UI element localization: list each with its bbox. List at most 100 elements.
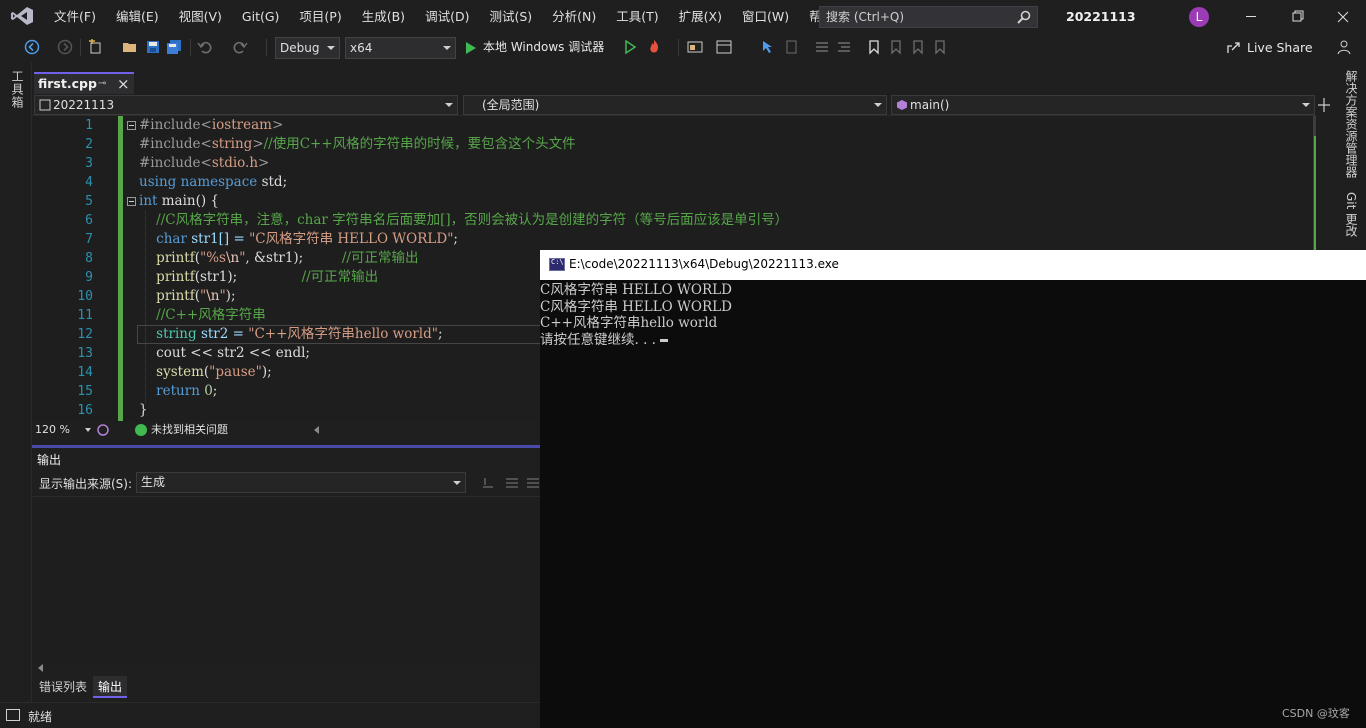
code-line-15: return 0; <box>156 383 218 399</box>
visual-studio-logo-icon[interactable] <box>10 6 34 26</box>
project-dropdown[interactable]: 20221113 <box>34 95 458 115</box>
menu-debug[interactable]: 调试(D) <box>415 0 479 33</box>
save-all-icon[interactable] <box>166 39 182 55</box>
output-toolbar: 显示输出来源(S): 生成 <box>32 468 540 496</box>
line-number: 6 <box>85 213 93 228</box>
project-value: 20221113 <box>53 98 115 112</box>
zoom-dropdown[interactable]: 120 % <box>35 422 91 438</box>
status-bar: 就绪 <box>0 702 540 728</box>
configuration-dropdown[interactable]: Debug <box>275 37 340 59</box>
document-tabs: first.cpp ⊸ × <box>32 72 1336 94</box>
redo-icon[interactable] <box>232 39 248 55</box>
split-editor-icon[interactable] <box>1317 97 1331 113</box>
console-prompt-text: 请按任意键继续. . . <box>540 331 656 348</box>
menu-bar: 文件(F) 编辑(E) 视图(V) Git(G) 项目(P) 生成(B) 调试(… <box>44 0 863 33</box>
menu-build[interactable]: 生成(B) <box>352 0 415 33</box>
member-value: main() <box>910 98 950 112</box>
menu-analyze[interactable]: 分析(N) <box>542 0 606 33</box>
member-dropdown[interactable]: main() <box>891 95 1315 115</box>
tab-error-list[interactable]: 错误列表 <box>34 676 92 698</box>
open-file-icon[interactable] <box>122 39 138 55</box>
layout-icon[interactable] <box>716 39 732 55</box>
live-share-label: Live Share <box>1247 40 1313 55</box>
search-placeholder: 搜索 (Ctrl+Q) <box>826 10 905 24</box>
issues-indicator[interactable]: 未找到相关问题 <box>135 422 228 438</box>
menu-extensions[interactable]: 扩展(X) <box>669 0 732 33</box>
line-number: 8 <box>85 251 93 266</box>
line-number: 1 <box>85 118 93 133</box>
toolbar-separator <box>678 39 679 56</box>
start-without-debugging-icon[interactable] <box>622 39 638 55</box>
search-input[interactable]: 搜索 (Ctrl+Q) <box>819 6 1038 28</box>
new-project-icon[interactable] <box>88 39 104 55</box>
menu-file[interactable]: 文件(F) <box>44 0 106 33</box>
undo-icon[interactable] <box>197 39 213 55</box>
tab-first-cpp[interactable]: first.cpp ⊸ × <box>34 72 134 94</box>
menu-git[interactable]: Git(G) <box>232 0 290 33</box>
console-title: E:\code\20221113\x64\Debug\20221113.exe <box>569 257 839 271</box>
output-horizontal-scrollbar[interactable] <box>32 662 540 674</box>
project-icon <box>39 99 51 111</box>
navigate-forward-icon[interactable] <box>57 39 73 55</box>
output-text-area[interactable] <box>32 496 540 662</box>
intellicode-icon[interactable] <box>96 423 110 437</box>
next-bookmark-icon[interactable] <box>910 39 926 55</box>
previous-bookmark-icon[interactable] <box>888 39 904 55</box>
avatar[interactable]: L <box>1189 7 1209 27</box>
uncomment-icon[interactable] <box>836 39 852 55</box>
pin-icon[interactable]: ⊸ <box>98 78 106 89</box>
line-number: 12 <box>77 327 93 342</box>
bookmark-icon[interactable] <box>866 39 882 55</box>
navigate-back-icon[interactable] <box>24 39 40 55</box>
check-circle-icon <box>135 424 147 436</box>
menu-view[interactable]: 视图(V) <box>169 0 232 33</box>
find-message-icon[interactable] <box>481 475 495 489</box>
console-output: C风格字符串 HELLO WORLD C风格字符串 HELLO WORLD C+… <box>540 282 1366 348</box>
git-changes-tab[interactable]: Git 更改 <box>1343 192 1360 237</box>
solution-explorer-tab[interactable]: 解决方案资源管理器 <box>1343 70 1360 178</box>
menu-edit[interactable]: 编辑(E) <box>106 0 169 33</box>
solution-explorer-icon[interactable] <box>687 39 703 55</box>
scroll-left-icon[interactable] <box>38 664 43 672</box>
toolbar-separator <box>190 39 191 56</box>
next-message-icon[interactable] <box>526 475 540 489</box>
close-window-button[interactable] <box>1320 0 1366 33</box>
platform-dropdown[interactable]: x64 <box>345 37 456 59</box>
line-number: 9 <box>85 270 93 285</box>
console-line: C风格字符串 HELLO WORLD <box>540 282 732 298</box>
fold-toggle-icon[interactable] <box>127 197 136 206</box>
hot-reload-icon[interactable] <box>646 39 662 55</box>
line-number-gutter: 1 2 3 4 5 6 7 8 9 10 11 12 13 14 15 16 <box>32 116 96 421</box>
restore-button[interactable] <box>1274 0 1320 33</box>
toolbox-tab[interactable]: 工具箱 <box>9 70 26 109</box>
previous-message-icon[interactable] <box>505 475 519 489</box>
menu-window[interactable]: 窗口(W) <box>732 0 799 33</box>
console-window[interactable]: E:\code\20221113\x64\Debug\20221113.exe … <box>540 250 1366 728</box>
output-source-dropdown[interactable]: 生成 <box>136 472 466 493</box>
menu-tools[interactable]: 工具(T) <box>606 0 668 33</box>
toolbar-separator <box>80 39 81 56</box>
menu-project[interactable]: 项目(P) <box>289 0 351 33</box>
save-icon[interactable] <box>145 39 161 55</box>
select-element-icon[interactable] <box>760 39 776 55</box>
line-number: 16 <box>77 403 93 418</box>
comment-out-icon[interactable] <box>814 39 830 55</box>
fold-toggle-icon[interactable] <box>127 121 136 130</box>
chevron-down-icon <box>1302 103 1310 107</box>
minimize-button[interactable] <box>1228 0 1274 33</box>
live-share-button[interactable]: Live Share <box>1226 33 1313 62</box>
toggle-icon[interactable] <box>784 39 800 55</box>
scope-dropdown[interactable]: (全局范围) <box>463 95 887 115</box>
feedback-icon[interactable] <box>1336 39 1352 55</box>
menu-test[interactable]: 测试(S) <box>479 0 542 33</box>
play-icon <box>466 42 476 54</box>
navigation-bar: 20221113 (全局范围) main() <box>32 94 1316 116</box>
scroll-left-icon[interactable] <box>313 426 321 434</box>
clear-bookmarks-icon[interactable] <box>932 39 948 55</box>
start-debugging-button[interactable]: 本地 Windows 调试器 <box>464 33 604 62</box>
console-title-bar[interactable]: E:\code\20221113\x64\Debug\20221113.exe <box>540 250 1366 280</box>
chevron-down-icon <box>453 481 461 485</box>
close-icon[interactable]: × <box>117 75 130 93</box>
tab-output[interactable]: 输出 <box>93 676 128 698</box>
line-number: 14 <box>77 365 93 380</box>
